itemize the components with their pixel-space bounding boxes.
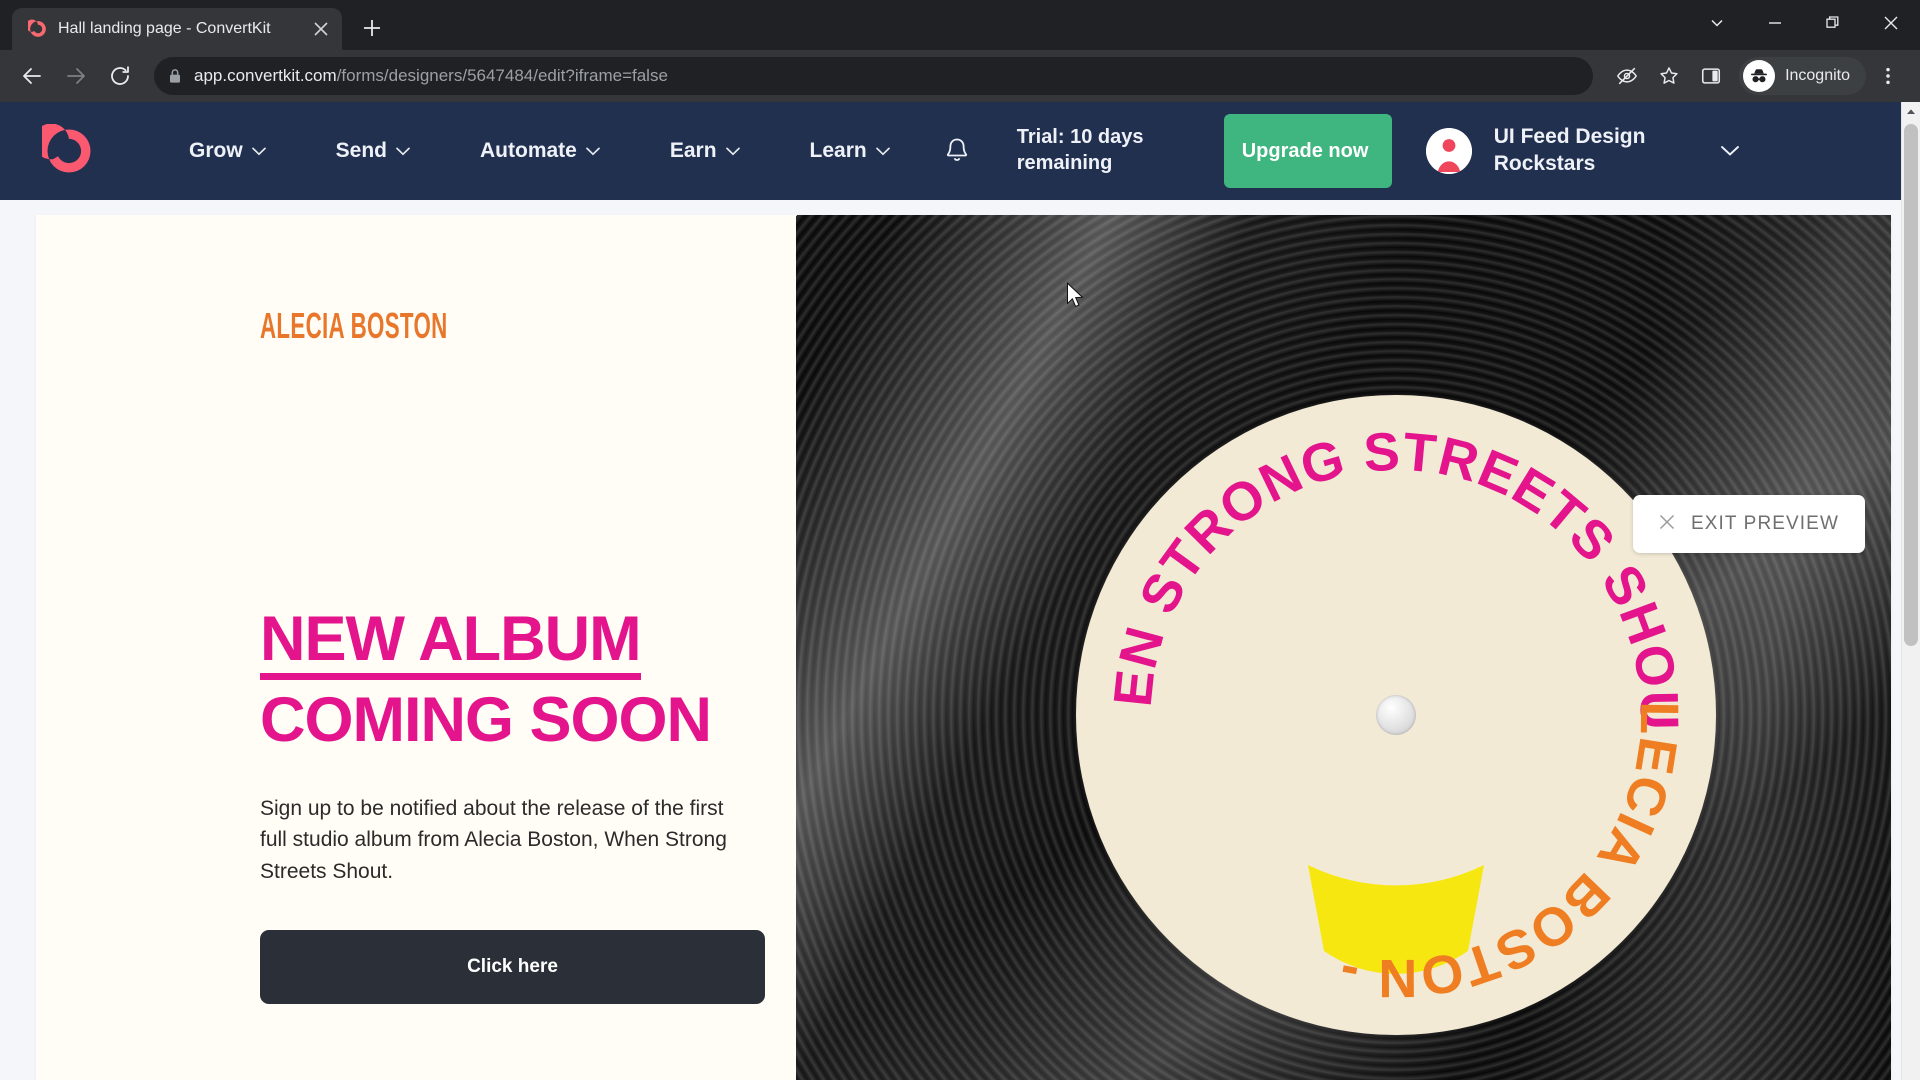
vinyl-record-graphic: WHEN STRONG STREETS SHOUT - ALECIA BOSTO… <box>796 215 1891 1080</box>
convertkit-logo-icon[interactable] <box>33 123 96 178</box>
chevron-up-icon[interactable] <box>1902 102 1920 121</box>
lock-icon <box>168 68 182 84</box>
chevron-down-icon[interactable] <box>1688 0 1746 46</box>
click-here-button[interactable]: Click here <box>260 930 765 1005</box>
nav-item-learn[interactable]: Learn <box>775 139 925 163</box>
chevron-down-icon <box>875 147 890 156</box>
upgrade-now-button[interactable]: Upgrade now <box>1223 114 1392 188</box>
minimize-icon[interactable] <box>1746 0 1804 46</box>
incognito-indicator[interactable]: Incognito <box>1739 57 1866 95</box>
eye-slash-icon[interactable] <box>1607 56 1647 96</box>
new-tab-button[interactable] <box>352 8 392 48</box>
close-icon[interactable] <box>1862 0 1920 46</box>
close-icon[interactable] <box>308 16 334 42</box>
nav-item-grow[interactable]: Grow <box>154 139 301 163</box>
user-avatar-icon <box>1425 128 1472 174</box>
landing-page-content: ALECIA BOSTON NEW ALBUM COMING SOON Sign… <box>36 215 796 1080</box>
chevron-down-icon[interactable] <box>1720 145 1740 157</box>
landing-page-card: ALECIA BOSTON NEW ALBUM COMING SOON Sign… <box>36 215 1891 1080</box>
three-dot-menu-icon[interactable] <box>1868 56 1908 96</box>
tab-strip: Hall landing page - ConvertKit <box>0 0 1920 50</box>
page-headline: NEW ALBUM COMING SOON <box>260 607 796 753</box>
forward-arrow-icon[interactable] <box>56 56 96 96</box>
mouse-cursor <box>1066 282 1086 315</box>
spindle-hole <box>1376 695 1416 735</box>
convertkit-navbar: Grow Send Automate Earn Learn Trial: 10 … <box>0 102 1920 200</box>
chevron-down-icon <box>725 147 740 156</box>
account-menu[interactable]: UI Feed Design Rockstars <box>1425 124 1740 178</box>
nav-item-label: Earn <box>669 139 717 162</box>
nav-item-label: Grow <box>189 139 243 162</box>
convertkit-logo-icon <box>28 19 48 39</box>
address-bar[interactable]: app.convertkit.com/forms/designers/56474… <box>154 57 1594 95</box>
page-body-text: Sign up to be notified about the release… <box>260 796 727 884</box>
headline-line-1: NEW ALBUM <box>260 607 642 681</box>
reload-icon[interactable] <box>100 56 140 96</box>
trial-status: Trial: 10 days remaining <box>1016 126 1144 174</box>
chevron-down-icon <box>586 147 600 156</box>
tab-title: Hall landing page - ConvertKit <box>58 20 271 37</box>
chevron-down-icon <box>251 147 266 156</box>
side-panel-icon[interactable] <box>1691 56 1731 96</box>
star-icon[interactable] <box>1649 56 1689 96</box>
record-label: WHEN STRONG STREETS SHOUT - ALECIA BOSTO… <box>1076 395 1716 1035</box>
url-path: /forms/designers/5647484/edit?iframe=fal… <box>336 66 668 85</box>
nav-item-label: Automate <box>480 139 577 162</box>
record-label-text-primary: WHEN STRONG STREETS SHOUT - <box>1076 395 1689 731</box>
nav-item-label: Send <box>335 139 388 162</box>
vinyl-record-image: WHEN STRONG STREETS SHOUT - ALECIA BOSTO… <box>796 215 1891 1080</box>
browser-tab[interactable]: Hall landing page - ConvertKit <box>12 8 342 50</box>
url-text: app.convertkit.com/forms/designers/56474… <box>194 66 668 86</box>
url-domain: app.convertkit.com <box>194 66 337 85</box>
nav-item-automate[interactable]: Automate <box>445 139 635 163</box>
nav-item-label: Learn <box>809 139 867 162</box>
toolbar-actions: Incognito <box>1607 56 1908 96</box>
brand-wordmark: ALECIA BOSTON <box>260 305 448 346</box>
page-viewport: Grow Send Automate Earn Learn Trial: 10 … <box>0 102 1920 1080</box>
chevron-down-icon <box>396 147 410 156</box>
nav-item-send[interactable]: Send <box>301 139 445 163</box>
bell-icon[interactable] <box>943 136 971 166</box>
vertical-scrollbar[interactable] <box>1901 102 1920 1080</box>
incognito-icon <box>1743 60 1776 92</box>
incognito-label: Incognito <box>1785 67 1850 84</box>
close-icon <box>1659 514 1675 534</box>
nav-links: Grow Send Automate Earn Learn <box>154 139 925 163</box>
landing-page-preview: ALECIA BOSTON NEW ALBUM COMING SOON Sign… <box>0 200 1920 1080</box>
nav-item-earn[interactable]: Earn <box>635 139 775 163</box>
window-controls <box>1688 0 1920 46</box>
browser-toolbar: app.convertkit.com/forms/designers/56474… <box>0 50 1920 102</box>
maximize-icon[interactable] <box>1804 0 1862 46</box>
headline-line-2: COMING SOON <box>260 685 712 756</box>
back-arrow-icon[interactable] <box>12 56 52 96</box>
exit-preview-label: EXIT PREVIEW <box>1691 513 1839 534</box>
scrollbar-thumb[interactable] <box>1904 124 1918 646</box>
exit-preview-button[interactable]: EXIT PREVIEW <box>1633 495 1865 553</box>
account-name: UI Feed Design Rockstars <box>1493 125 1646 175</box>
browser-window: Hall landing page - ConvertKit app.conve… <box>0 0 1920 1080</box>
